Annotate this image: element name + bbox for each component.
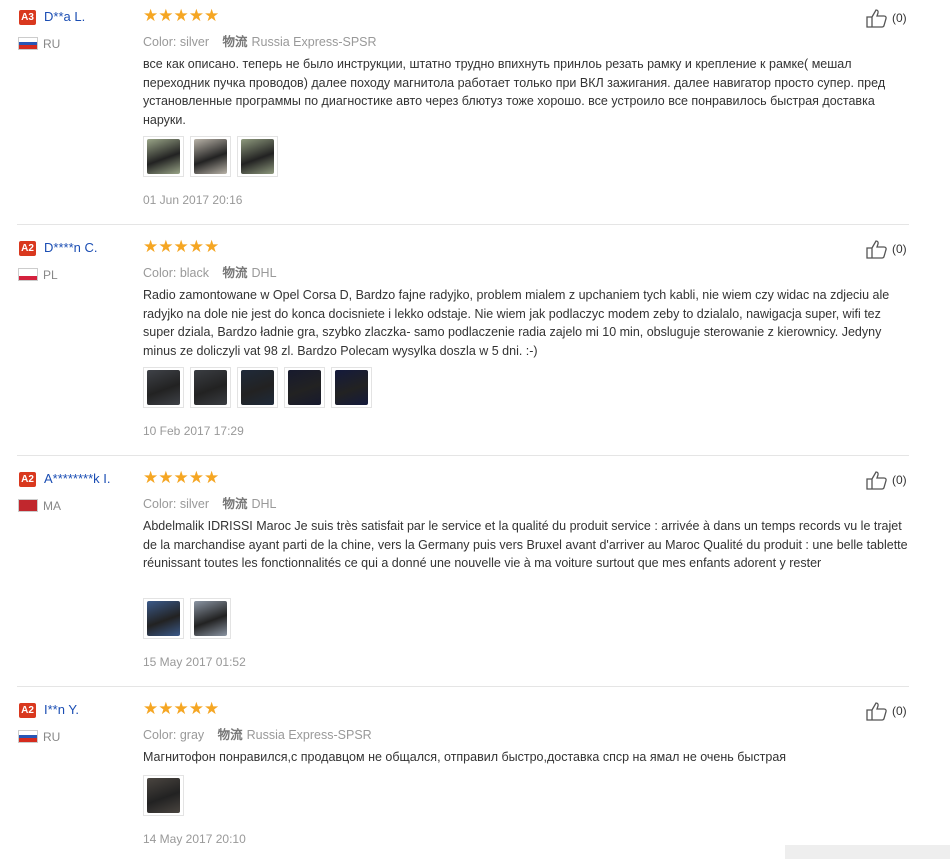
photo-image — [288, 370, 321, 405]
star-rating: ★★★★★ — [143, 237, 220, 256]
photo-image — [147, 370, 180, 405]
review-photo-thumbnail[interactable] — [143, 598, 184, 639]
helpful-count: (0) — [892, 242, 907, 256]
color-value: gray — [179, 728, 205, 742]
review-date: 01 Jun 2017 20:16 — [143, 193, 243, 207]
review-photo-thumbnail[interactable] — [143, 136, 184, 177]
buyer-name[interactable]: A********k I. — [44, 471, 110, 486]
review-text: Radio zamontowane w Opel Corsa D, Bardzo… — [143, 288, 890, 358]
shipping-label: 物流 — [222, 497, 248, 511]
buyer-level-badge: A2 — [19, 703, 36, 718]
review-photos — [143, 136, 278, 177]
review-date: 14 May 2017 20:10 — [143, 832, 246, 846]
thumbs-up-icon — [866, 471, 887, 490]
buyer-name[interactable]: D**a L. — [44, 9, 85, 24]
shipping-label: 物流 — [222, 266, 248, 280]
helpful-count: (0) — [892, 704, 907, 718]
buyer-name[interactable]: I**n Y. — [44, 702, 79, 717]
country-flag-icon — [18, 499, 38, 512]
divider — [17, 686, 909, 687]
color-label: Color: — [143, 35, 177, 49]
country-code: RU — [43, 730, 61, 744]
thumbs-up-icon — [866, 240, 887, 259]
review-photo-thumbnail[interactable] — [284, 367, 325, 408]
color-value: silver — [179, 35, 209, 49]
review-photo-thumbnail[interactable] — [190, 598, 231, 639]
country-flag-icon — [18, 730, 38, 743]
photo-image — [147, 601, 180, 636]
helpful-button[interactable]: (0) — [866, 239, 907, 259]
review-date: 15 May 2017 01:52 — [143, 655, 246, 669]
helpful-count: (0) — [892, 473, 907, 487]
photo-image — [147, 139, 180, 174]
country-code: MA — [43, 499, 61, 513]
divider — [17, 224, 909, 225]
photo-image — [194, 601, 227, 636]
buyer-level-badge: A2 — [19, 241, 36, 256]
review-text: Abdelmalik IDRISSI Maroc Je suis très sa… — [143, 519, 908, 570]
color-label: Color: — [143, 497, 177, 511]
photo-image — [147, 778, 180, 813]
buyer-name[interactable]: D****n C. — [44, 240, 97, 255]
review-date: 10 Feb 2017 17:29 — [143, 424, 244, 438]
photo-image — [241, 370, 274, 405]
country-flag-icon — [18, 37, 38, 50]
review-text: все как описано. теперь не было инструкц… — [143, 57, 886, 127]
photo-image — [194, 370, 227, 405]
shipping-label: 物流 — [217, 728, 243, 742]
shipping-value: DHL — [251, 266, 277, 280]
shipping-value: Russia Express-SPSR — [251, 35, 377, 49]
review-photos — [143, 598, 231, 639]
buyer-level-badge: A2 — [19, 472, 36, 487]
review-text: Магнитофон понравился,с продавцом не общ… — [143, 750, 787, 764]
divider — [17, 455, 909, 456]
helpful-button[interactable]: (0) — [866, 470, 907, 490]
color-label: Color: — [143, 266, 177, 280]
product-options: Color: gray 物流 Russia Express-SPSR — [143, 724, 372, 743]
country-code: RU — [43, 37, 61, 51]
color-value: black — [179, 266, 210, 280]
product-options: Color: black 物流 DHL — [143, 262, 277, 281]
thumbs-up-icon — [866, 9, 887, 28]
photo-image — [241, 139, 274, 174]
buyer-level-badge: A3 — [19, 10, 36, 25]
photo-image — [194, 139, 227, 174]
color-value: silver — [179, 497, 209, 511]
product-options: Color: silver 物流 Russia Express-SPSR — [143, 31, 377, 50]
helpful-button[interactable]: (0) — [866, 8, 907, 28]
star-rating: ★★★★★ — [143, 468, 220, 487]
review-photo-thumbnail[interactable] — [190, 367, 231, 408]
shipping-value: DHL — [251, 497, 277, 511]
star-rating: ★★★★★ — [143, 6, 220, 25]
country-code: PL — [43, 268, 58, 282]
helpful-count: (0) — [892, 11, 907, 25]
star-rating: ★★★★★ — [143, 699, 220, 718]
photo-image — [335, 370, 368, 405]
review-photo-thumbnail[interactable] — [331, 367, 372, 408]
review-photo-thumbnail[interactable] — [143, 367, 184, 408]
thumbs-up-icon — [866, 702, 887, 721]
review-photo-thumbnail[interactable] — [143, 775, 184, 816]
shipping-label: 物流 — [222, 35, 248, 49]
color-label: Color: — [143, 728, 177, 742]
review-photo-thumbnail[interactable] — [190, 136, 231, 177]
page-corner — [785, 845, 950, 859]
review-photos — [143, 367, 372, 408]
review-photo-thumbnail[interactable] — [237, 136, 278, 177]
product-options: Color: silver 物流 DHL — [143, 493, 277, 512]
shipping-value: Russia Express-SPSR — [246, 728, 372, 742]
review-photos — [143, 775, 184, 816]
helpful-button[interactable]: (0) — [866, 701, 907, 721]
review-photo-thumbnail[interactable] — [237, 367, 278, 408]
country-flag-icon — [18, 268, 38, 281]
